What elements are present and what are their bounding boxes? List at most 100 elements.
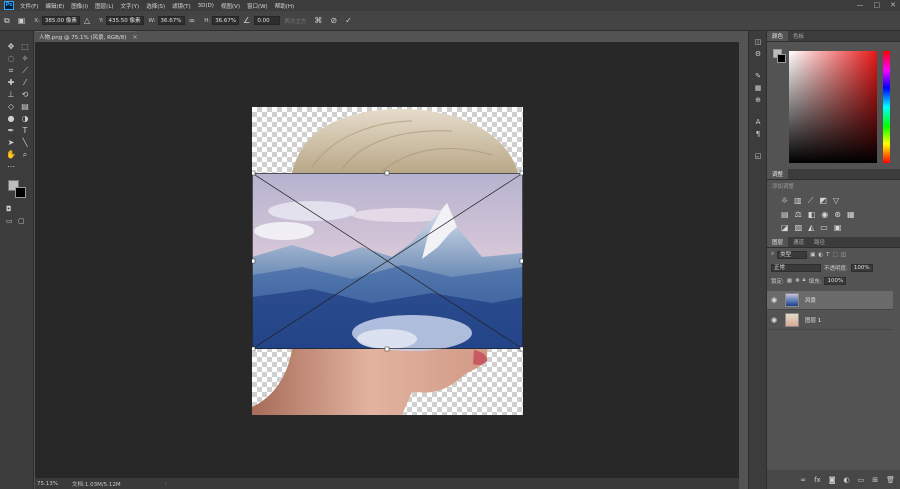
- menu-layer[interactable]: 图层(L): [95, 2, 113, 10]
- transform-tool-icon[interactable]: ⧉: [4, 16, 10, 26]
- paragraph-panel-icon[interactable]: ¶: [753, 129, 763, 139]
- height-input[interactable]: 36.67%: [212, 16, 240, 25]
- invert-icon[interactable]: ◪: [781, 223, 789, 232]
- brightness-contrast-icon[interactable]: ☼: [781, 196, 788, 206]
- canvas-image[interactable]: [252, 107, 523, 415]
- filter-smart-icon[interactable]: ◫: [841, 252, 846, 258]
- x-position-input[interactable]: 385.00 像素: [41, 16, 80, 25]
- new-adjustment-icon[interactable]: ◐: [844, 476, 850, 484]
- fill-input[interactable]: 100%: [824, 276, 847, 285]
- blur-tool-icon[interactable]: ●: [5, 113, 17, 125]
- threshold-icon[interactable]: ◭: [808, 223, 814, 232]
- eyedropper-tool-icon[interactable]: ⟋: [19, 65, 31, 77]
- link-layers-icon[interactable]: ∞: [800, 476, 806, 484]
- properties-panel-icon[interactable]: ⚙: [753, 49, 763, 59]
- background-color-swatch[interactable]: [15, 187, 26, 198]
- dodge-tool-icon[interactable]: ◑: [19, 113, 31, 125]
- link-icon[interactable]: ∞: [189, 16, 196, 25]
- tab-swatches[interactable]: 色板: [788, 31, 809, 41]
- magic-wand-tool-icon[interactable]: ✧: [19, 53, 31, 65]
- eraser-tool-icon[interactable]: ◇: [5, 101, 17, 113]
- history-panel-icon[interactable]: ◫: [753, 37, 763, 47]
- clone-source-icon[interactable]: ⊕: [753, 95, 763, 105]
- healing-brush-tool-icon[interactable]: ✚: [5, 77, 17, 89]
- filter-type-icon[interactable]: T: [826, 252, 829, 258]
- pen-tool-icon[interactable]: ✒: [5, 125, 17, 137]
- panel-background-swatch[interactable]: [777, 54, 786, 63]
- levels-icon[interactable]: ▥: [794, 196, 802, 206]
- warp-mode-icon[interactable]: ⌘: [314, 16, 322, 25]
- channel-mixer-icon[interactable]: ⊛: [834, 210, 841, 219]
- character-panel-icon[interactable]: A: [753, 117, 763, 127]
- swatch-panel-icon[interactable]: ▦: [753, 83, 763, 93]
- color-balance-icon[interactable]: ⚖: [795, 210, 802, 219]
- curves-icon[interactable]: ⟋: [808, 196, 814, 206]
- tab-paths[interactable]: 路径: [809, 237, 830, 247]
- frame-icon[interactable]: ▢: [18, 217, 25, 225]
- minimize-button[interactable]: —: [857, 1, 864, 9]
- black-white-icon[interactable]: ◧: [808, 210, 816, 219]
- filter-adjust-icon[interactable]: ◐: [818, 252, 823, 258]
- document-close-icon[interactable]: ×: [132, 34, 137, 41]
- status-menu-arrow-icon[interactable]: ›: [165, 481, 167, 487]
- gradient-tool-icon[interactable]: ▤: [19, 101, 31, 113]
- rotation-input[interactable]: 0.00: [254, 16, 281, 25]
- menu-window[interactable]: 窗口(W): [247, 2, 268, 10]
- menu-select[interactable]: 选择(S): [146, 2, 165, 10]
- move-tool-icon[interactable]: ✥: [5, 41, 17, 53]
- history-brush-tool-icon[interactable]: ⟲: [19, 89, 31, 101]
- color-picker-field[interactable]: [789, 51, 877, 163]
- exposure-icon[interactable]: ◩: [819, 196, 827, 206]
- quick-mask-icon[interactable]: ◘: [6, 205, 12, 213]
- interpolation-select[interactable]: 两次立方: [284, 17, 306, 25]
- tab-adjustments[interactable]: 调整: [767, 169, 789, 179]
- path-selection-tool-icon[interactable]: ➤: [5, 137, 17, 149]
- hue-slider[interactable]: [883, 51, 890, 163]
- width-input[interactable]: 36.67%: [157, 16, 185, 25]
- visibility-eye-icon[interactable]: ◉: [771, 296, 779, 304]
- menu-image[interactable]: 图像(I): [71, 2, 88, 10]
- menu-type[interactable]: 文字(Y): [121, 2, 140, 10]
- brush-panel-icon[interactable]: ✎: [753, 71, 763, 81]
- lock-pixels-icon[interactable]: ▦: [787, 278, 792, 284]
- more-tools-icon[interactable]: ⋯: [5, 161, 17, 173]
- tab-channels[interactable]: 通道: [788, 237, 809, 247]
- crop-tool-icon[interactable]: ⌗: [5, 65, 17, 77]
- layer-row-landscape[interactable]: ◉ 风景: [767, 291, 893, 310]
- menu-help[interactable]: 帮助(H): [275, 2, 294, 10]
- tab-color[interactable]: 颜色: [767, 31, 789, 41]
- document-canvas-area[interactable]: [35, 42, 739, 478]
- new-group-icon[interactable]: ▭: [858, 476, 865, 484]
- type-tool-icon[interactable]: T: [19, 125, 31, 137]
- document-tab[interactable]: 人物.png @ 75.1% (风景, RGB/8) ×: [35, 31, 137, 42]
- add-mask-icon[interactable]: ◙: [829, 476, 836, 484]
- zoom-tool-icon[interactable]: ⌕: [19, 149, 31, 161]
- screen-mode-icon[interactable]: ▭: [6, 217, 13, 225]
- gradient-map-icon[interactable]: ▭: [820, 223, 828, 232]
- opacity-input[interactable]: 100%: [850, 263, 873, 272]
- layer-name[interactable]: 图层 1: [805, 316, 821, 324]
- close-window-button[interactable]: ✕: [890, 1, 896, 9]
- menu-3d[interactable]: 3D(D): [198, 3, 214, 9]
- lock-position-icon[interactable]: ✥: [795, 278, 800, 284]
- delete-layer-icon[interactable]: 🗑︎: [886, 476, 895, 484]
- menu-view[interactable]: 视图(V): [221, 2, 240, 10]
- menu-file[interactable]: 文件(F): [20, 2, 38, 10]
- lock-all-icon[interactable]: 🔒︎: [803, 277, 806, 284]
- zoom-level[interactable]: 75.13%: [37, 481, 58, 487]
- hue-saturation-icon[interactable]: ▤: [781, 210, 789, 219]
- selective-color-icon[interactable]: ▣: [834, 223, 842, 232]
- cancel-transform-icon[interactable]: ⊘: [330, 16, 337, 25]
- maximize-button[interactable]: □: [874, 1, 881, 9]
- layer-name[interactable]: 风景: [805, 296, 816, 304]
- glyphs-panel-icon[interactable]: ◱: [753, 151, 763, 161]
- relative-position-icon[interactable]: △: [84, 16, 90, 25]
- filter-shape-icon[interactable]: ⬚: [832, 252, 837, 258]
- clone-stamp-tool-icon[interactable]: ⊥: [5, 89, 17, 101]
- brush-tool-icon[interactable]: ⁄: [19, 77, 31, 89]
- reference-point-icon[interactable]: ▣: [18, 16, 26, 25]
- posterize-icon[interactable]: ▨: [795, 223, 803, 232]
- layer-kind-filter[interactable]: 类型: [777, 250, 808, 259]
- layer-style-icon[interactable]: fx: [814, 476, 821, 484]
- lasso-tool-icon[interactable]: ◌: [5, 53, 17, 65]
